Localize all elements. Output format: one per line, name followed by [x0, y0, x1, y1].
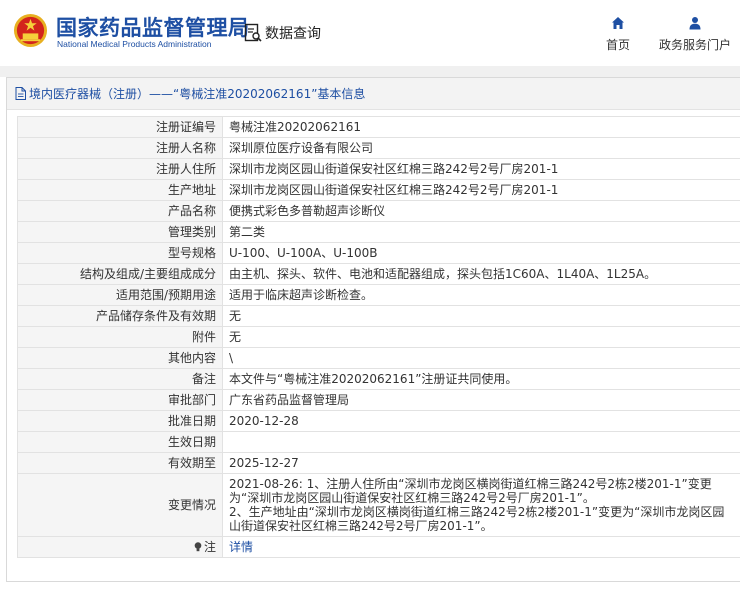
table-row: 生效日期	[17, 431, 740, 453]
national-emblem-icon	[13, 13, 48, 48]
site-name-cn[interactable]: 国家药品监督管理局	[56, 12, 250, 42]
structure-value: 由主机、探头、软件、电池和适配器组成，探头包括1C60A、1L40A、1L25A…	[222, 263, 740, 285]
model-spec-value: U-100、U-100A、U-100B	[222, 242, 740, 264]
registration-number-value: 粤械注准20202062161	[222, 116, 740, 138]
field-label: 审批部门	[17, 389, 223, 411]
change-line: 2、生产地址由“深圳市龙岗区横岗街道红棉三路242号2栋2楼201-1”变更为“…	[229, 505, 725, 519]
table-row: 有效期至 2025-12-27	[17, 452, 740, 474]
table-row: 管理类别 第二类	[17, 221, 740, 243]
nav-home[interactable]: 首页	[606, 16, 630, 53]
nav-service-portal[interactable]: 政务服务门户	[659, 16, 731, 53]
table-row: 批准日期 2020-12-28	[17, 410, 740, 432]
field-label: 产品储存条件及有效期	[17, 305, 223, 327]
table-row: 结构及组成/主要组成成分 由主机、探头、软件、电池和适配器组成，探头包括1C60…	[17, 263, 740, 285]
search-document-icon	[244, 23, 262, 42]
lightbulb-icon	[194, 542, 202, 552]
table-row: 注册人住所 深圳市龙岗区园山街道保安社区红棉三路242号2号厂房201-1	[17, 158, 740, 180]
other-content-value: \	[222, 347, 740, 369]
table-row: 注册人名称 深圳原位医疗设备有限公司	[17, 137, 740, 159]
approval-department-value: 广东省药品监督管理局	[222, 389, 740, 411]
panel-title: 境内医疗器械（注册）——“粤械注准20202062161”基本信息	[29, 87, 366, 101]
data-query-label: 数据查询	[265, 26, 321, 42]
remark-value: 本文件与“粤械注准20202062161”注册证共同使用。	[222, 368, 740, 390]
detail-panel: 境内医疗器械（注册）——“粤械注准20202062161”基本信息 注册证编号 …	[6, 77, 740, 582]
table-row: 注册证编号 粤械注准20202062161	[17, 116, 740, 138]
user-icon	[689, 17, 701, 30]
field-label: 产品名称	[17, 200, 223, 222]
field-label: 结构及组成/主要组成成分	[17, 263, 223, 285]
field-label: 型号规格	[17, 242, 223, 264]
management-category-value: 第二类	[222, 221, 740, 243]
field-label: 附件	[17, 326, 223, 348]
change-line: 2021-08-26: 1、注册人住所由“深圳市龙岗区横岗街道红棉三路242号2…	[229, 477, 712, 491]
change-line: 为“深圳市龙岗区园山街道保安社区红棉三路242号2号厂房201-1”。	[229, 491, 595, 505]
product-name-value: 便携式彩色多普勒超声诊断仪	[222, 200, 740, 222]
field-label: 其他内容	[17, 347, 223, 369]
field-label: 备注	[17, 368, 223, 390]
production-address-value: 深圳市龙岗区园山街道保安社区红棉三路242号2号厂房201-1	[222, 179, 740, 201]
change-history-value: 2021-08-26: 1、注册人住所由“深圳市龙岗区横岗街道红棉三路242号2…	[222, 473, 740, 537]
field-label: 批准日期	[17, 410, 223, 432]
panel-header: 境内医疗器械（注册）——“粤械注准20202062161”基本信息	[7, 78, 740, 110]
field-label: 有效期至	[17, 452, 223, 474]
registrant-name-value: 深圳原位医疗设备有限公司	[222, 137, 740, 159]
table-row: 型号规格 U-100、U-100A、U-100B	[17, 242, 740, 264]
storage-value: 无	[222, 305, 740, 327]
field-label: 注册证编号	[17, 116, 223, 138]
approval-date-value: 2020-12-28	[222, 410, 740, 432]
attachment-value: 无	[222, 326, 740, 348]
field-label: 适用范围/预期用途	[17, 284, 223, 306]
field-label: 生产地址	[17, 179, 223, 201]
change-line: 山街道保安社区红棉三路242号2号厂房201-1”。	[229, 519, 493, 533]
registration-info-table: 注册证编号 粤械注准20202062161 注册人名称 深圳原位医疗设备有限公司…	[17, 116, 740, 558]
nav-service-portal-label: 政务服务门户	[659, 38, 732, 52]
field-label: 管理类别	[17, 221, 223, 243]
field-label: 注	[203, 540, 216, 554]
table-row: 审批部门 广东省药品监督管理局	[17, 389, 740, 411]
table-row: 变更情况 2021-08-26: 1、注册人住所由“深圳市龙岗区横岗街道红棉三路…	[17, 473, 740, 537]
table-row: 生产地址 深圳市龙岗区园山街道保安社区红棉三路242号2号厂房201-1	[17, 179, 740, 201]
home-icon	[612, 17, 624, 29]
field-label: 注册人名称	[17, 137, 223, 159]
intended-use-value: 适用于临床超声诊断检查。	[222, 284, 740, 306]
expiry-date-value: 2025-12-27	[222, 452, 740, 474]
effective-date-value	[222, 431, 740, 453]
table-row: 附件 无	[17, 326, 740, 348]
nav-home-label: 首页	[606, 38, 631, 52]
registrant-address-value: 深圳市龙岗区园山街道保安社区红棉三路242号2号厂房201-1	[222, 158, 740, 180]
table-row: 备注 本文件与“粤械注准20202062161”注册证共同使用。	[17, 368, 740, 390]
note-value-cell: 详情	[222, 536, 740, 558]
note-label-cell: 注	[17, 536, 223, 558]
document-icon	[15, 87, 26, 100]
site-header: 国家药品监督管理局 National Medical Products Admi…	[0, 0, 740, 66]
data-query-link[interactable]: 数据查询	[244, 22, 321, 44]
table-row: 其他内容 \	[17, 347, 740, 369]
table-row: 产品名称 便携式彩色多普勒超声诊断仪	[17, 200, 740, 222]
header-divider	[0, 66, 740, 77]
field-label: 注册人住所	[17, 158, 223, 180]
table-row: 产品储存条件及有效期 无	[17, 305, 740, 327]
table-row: 适用范围/预期用途 适用于临床超声诊断检查。	[17, 284, 740, 306]
table-row: 注 详情	[17, 536, 740, 558]
field-label: 变更情况	[17, 473, 223, 537]
site-name-en[interactable]: National Medical Products Administration	[57, 39, 212, 49]
field-label: 生效日期	[17, 431, 223, 453]
details-link[interactable]: 详情	[229, 540, 253, 554]
